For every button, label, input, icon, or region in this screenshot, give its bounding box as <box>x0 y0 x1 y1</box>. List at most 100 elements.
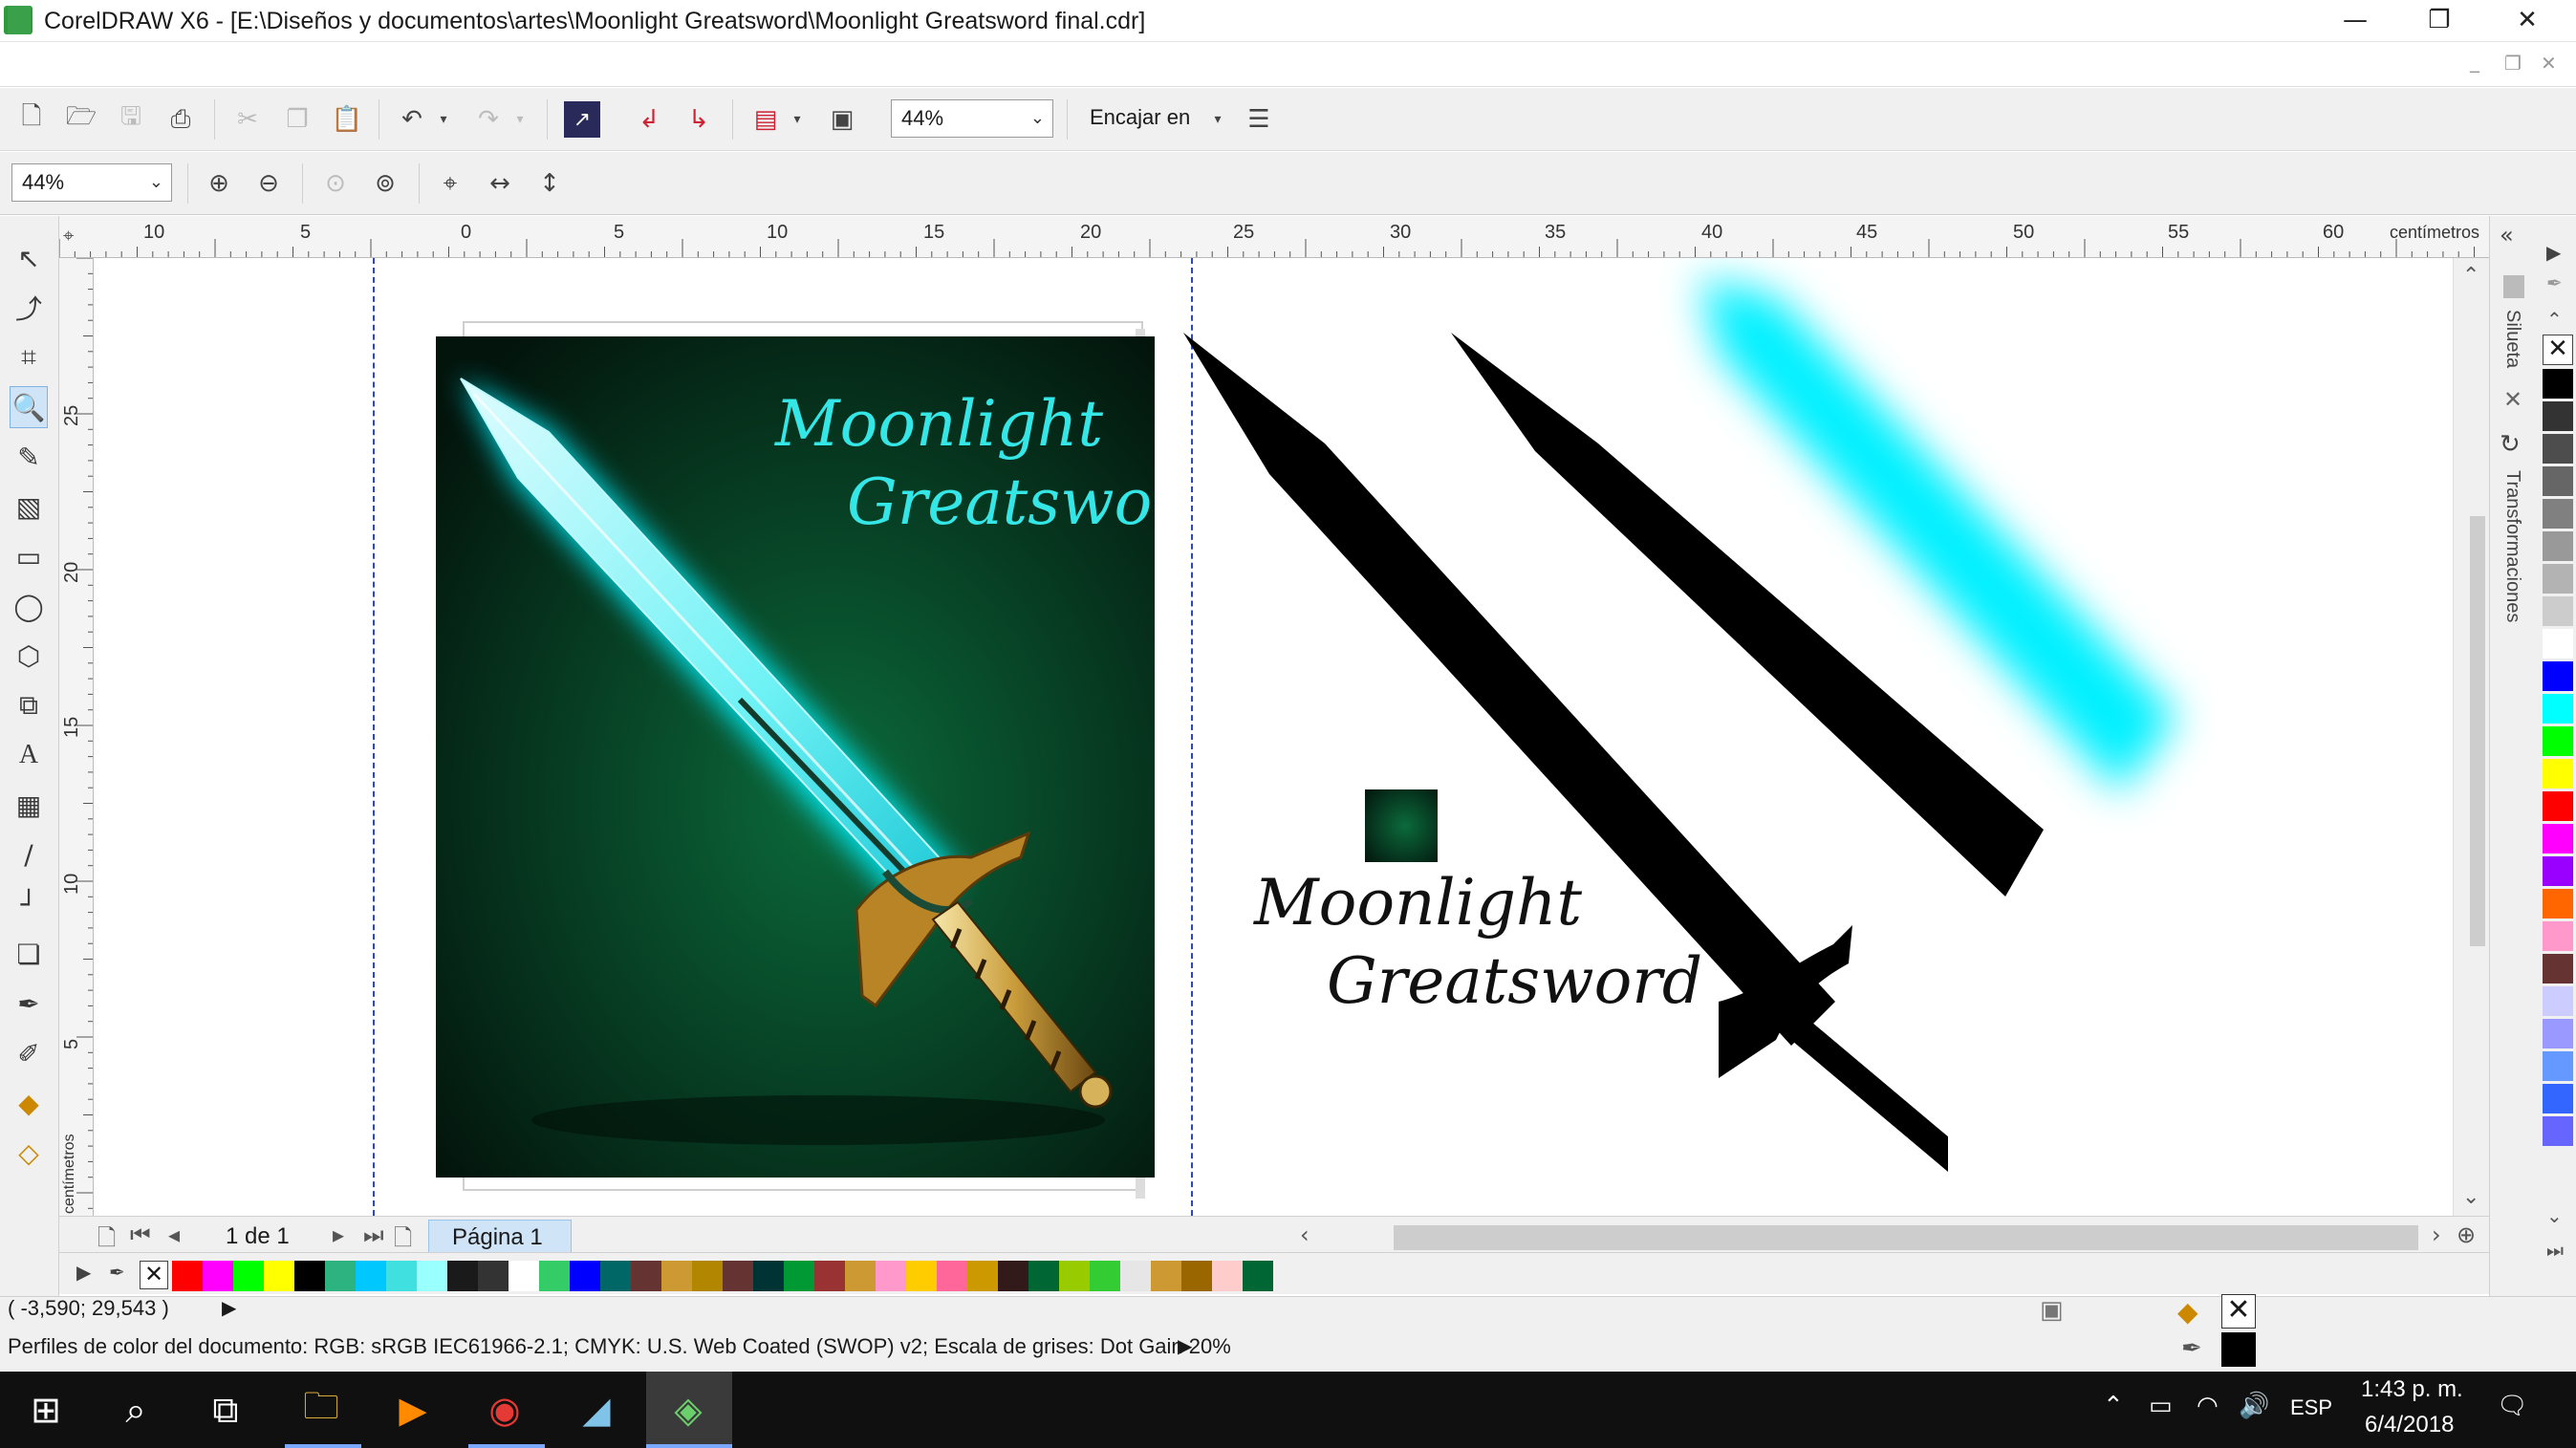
close-button[interactable]: ✕ <box>2485 0 2569 42</box>
palette-swatch[interactable] <box>2543 596 2573 627</box>
palette-swatch[interactable] <box>753 1261 784 1291</box>
media-player-icon[interactable]: ▶ <box>386 1383 440 1437</box>
palette-swatch[interactable] <box>876 1261 906 1291</box>
document-icon[interactable] <box>8 6 31 34</box>
start-button-icon[interactable]: ⊞ <box>19 1383 73 1437</box>
logo-line2[interactable]: Greatsword <box>1327 944 1702 1018</box>
corel-connect-app-icon[interactable]: ◢ <box>570 1383 623 1437</box>
palette-swatch[interactable] <box>661 1261 692 1291</box>
outline-pen-tool-icon[interactable]: ✐ <box>10 1032 48 1074</box>
snap-to-button[interactable]: Encajar en <box>1090 105 1190 130</box>
palette-swatch[interactable] <box>2543 791 2573 822</box>
fill-indicator-icon[interactable]: ◆ <box>2177 1296 2198 1328</box>
corel-connect-icon[interactable]: ↗ <box>564 101 600 138</box>
horizontal-scroll-thumb[interactable] <box>1394 1225 2418 1250</box>
palette-swatch[interactable] <box>2543 694 2573 724</box>
dimension-tool-icon[interactable]: ∕ <box>10 833 48 875</box>
zoom-in-icon[interactable]: ⊕ <box>201 165 237 202</box>
palette-swatch[interactable] <box>2543 1116 2573 1147</box>
restore-button[interactable]: ❐ <box>2397 0 2481 42</box>
palette-menu-icon[interactable]: ▶ <box>76 1261 91 1284</box>
palette-swatch[interactable] <box>2543 401 2573 432</box>
zoom-height-icon[interactable]: ↕ <box>531 165 568 202</box>
palette-swatch[interactable] <box>172 1261 203 1291</box>
palette-swatch[interactable] <box>2543 986 2573 1017</box>
welcome-screen-icon[interactable]: ▣ <box>824 101 860 138</box>
palette-swatch[interactable] <box>233 1261 264 1291</box>
doc-restore-button[interactable]: ❐ <box>2504 52 2522 75</box>
scroll-down-icon[interactable]: ⌄ <box>2462 1185 2479 1209</box>
last-page-icon[interactable]: ⏭ <box>363 1221 384 1248</box>
battery-icon[interactable]: ▭ <box>2149 1392 2173 1420</box>
crop-tool-icon[interactable]: ⌗ <box>10 336 48 378</box>
palette-swatch[interactable] <box>1090 1261 1120 1291</box>
page-counter[interactable]: 1 de 1 <box>226 1223 290 1250</box>
blade-glow-shape[interactable] <box>1585 258 2254 879</box>
outline-color-swatch[interactable] <box>2221 1332 2256 1367</box>
previous-page-icon[interactable]: ◂ <box>168 1221 180 1248</box>
zoom-navigator-icon[interactable]: ⊕ <box>2457 1221 2476 1248</box>
redo-dropdown-icon[interactable]: ▾ <box>510 101 530 138</box>
basic-shapes-tool-icon[interactable]: ⧉ <box>10 684 48 726</box>
scroll-up-icon[interactable]: ⌃ <box>2462 264 2479 288</box>
zoom-selected-icon[interactable]: ⊙ <box>317 165 354 202</box>
palette-swatch[interactable] <box>2543 661 2573 692</box>
snap-dropdown-icon[interactable]: ▾ <box>1208 101 1227 138</box>
palette-swatch[interactable] <box>570 1261 600 1291</box>
palette-swatch[interactable] <box>998 1261 1028 1291</box>
clock-time[interactable]: 1:43 p. m. <box>2361 1376 2463 1403</box>
file-explorer-icon[interactable]: 🗀 <box>294 1383 348 1437</box>
palette-swatch[interactable] <box>845 1261 876 1291</box>
logo-line1[interactable]: Moonlight <box>1254 866 1582 940</box>
page-tab-1[interactable]: Página 1 <box>428 1220 572 1256</box>
copy-icon[interactable]: ❐ <box>279 101 315 138</box>
connector-tool-icon[interactable]: ┘ <box>10 883 48 925</box>
palette-swatch[interactable] <box>264 1261 294 1291</box>
palette-swatch[interactable] <box>2543 499 2573 529</box>
eyedropper-tool-icon[interactable]: ✒ <box>10 983 48 1025</box>
palette-swatch[interactable] <box>692 1261 723 1291</box>
palette-swatch[interactable] <box>2543 824 2573 854</box>
palette-swatch[interactable] <box>2543 1019 2573 1049</box>
table-tool-icon[interactable]: ▦ <box>10 784 48 826</box>
clock-date[interactable]: 6/4/2018 <box>2365 1412 2454 1438</box>
palette-scroll-up-icon[interactable]: ⌃ <box>2546 308 2563 331</box>
palette-swatch[interactable] <box>1212 1261 1243 1291</box>
doc-close-button[interactable]: ✕ <box>2541 52 2557 75</box>
launcher-dropdown-icon[interactable]: ▾ <box>788 101 807 138</box>
interactive-fill-tool-icon[interactable]: ◇ <box>10 1132 48 1174</box>
no-color-swatch[interactable]: ✕ <box>2543 335 2573 365</box>
color-proof-icon[interactable]: ▣ <box>2040 1296 2064 1325</box>
background-color-swatch[interactable] <box>1365 789 1438 862</box>
palette-swatch[interactable] <box>2543 889 2573 919</box>
palette-swatch[interactable] <box>814 1261 845 1291</box>
search-icon[interactable]: ⌕ <box>109 1383 162 1437</box>
wifi-icon[interactable]: ◠ <box>2197 1392 2219 1420</box>
transform-icon[interactable]: ↻ <box>2500 430 2521 459</box>
doc-minimize-button[interactable]: _ <box>2470 50 2479 73</box>
undo-dropdown-icon[interactable]: ▾ <box>434 101 453 138</box>
palette-swatch[interactable] <box>2543 1051 2573 1082</box>
cut-icon[interactable]: ✂ <box>229 101 266 138</box>
palette-swatch[interactable] <box>2543 1084 2573 1114</box>
palette-swatch[interactable] <box>2543 629 2573 659</box>
zoom-all-icon[interactable]: ⊚ <box>367 165 403 202</box>
print-icon[interactable]: ⎙ <box>162 101 199 138</box>
scroll-left-icon[interactable]: ‹ <box>1300 1221 1310 1248</box>
zoom-page-icon[interactable]: ⌖ <box>432 165 468 202</box>
palette-swatch[interactable] <box>2543 726 2573 757</box>
palette-swatch[interactable] <box>600 1261 631 1291</box>
freehand-tool-icon[interactable]: ✎ <box>10 436 48 478</box>
smart-fill-tool-icon[interactable]: ▧ <box>10 486 48 528</box>
paste-icon[interactable]: 📋 <box>329 101 365 138</box>
options-icon[interactable]: ☰ <box>1241 101 1277 138</box>
palette-swatch[interactable] <box>1028 1261 1059 1291</box>
shape-tool-icon[interactable]: ⤴ <box>10 287 48 329</box>
collapse-docker-icon[interactable]: « <box>2500 222 2514 249</box>
palette-swatch[interactable] <box>2543 466 2573 497</box>
palette-swatch[interactable] <box>356 1261 386 1291</box>
export-icon[interactable]: ↳ <box>681 101 717 138</box>
rectangle-tool-icon[interactable]: ▭ <box>10 535 48 577</box>
close-docker-icon[interactable]: ✕ <box>2503 386 2522 413</box>
next-page-icon[interactable]: ▸ <box>333 1221 344 1248</box>
